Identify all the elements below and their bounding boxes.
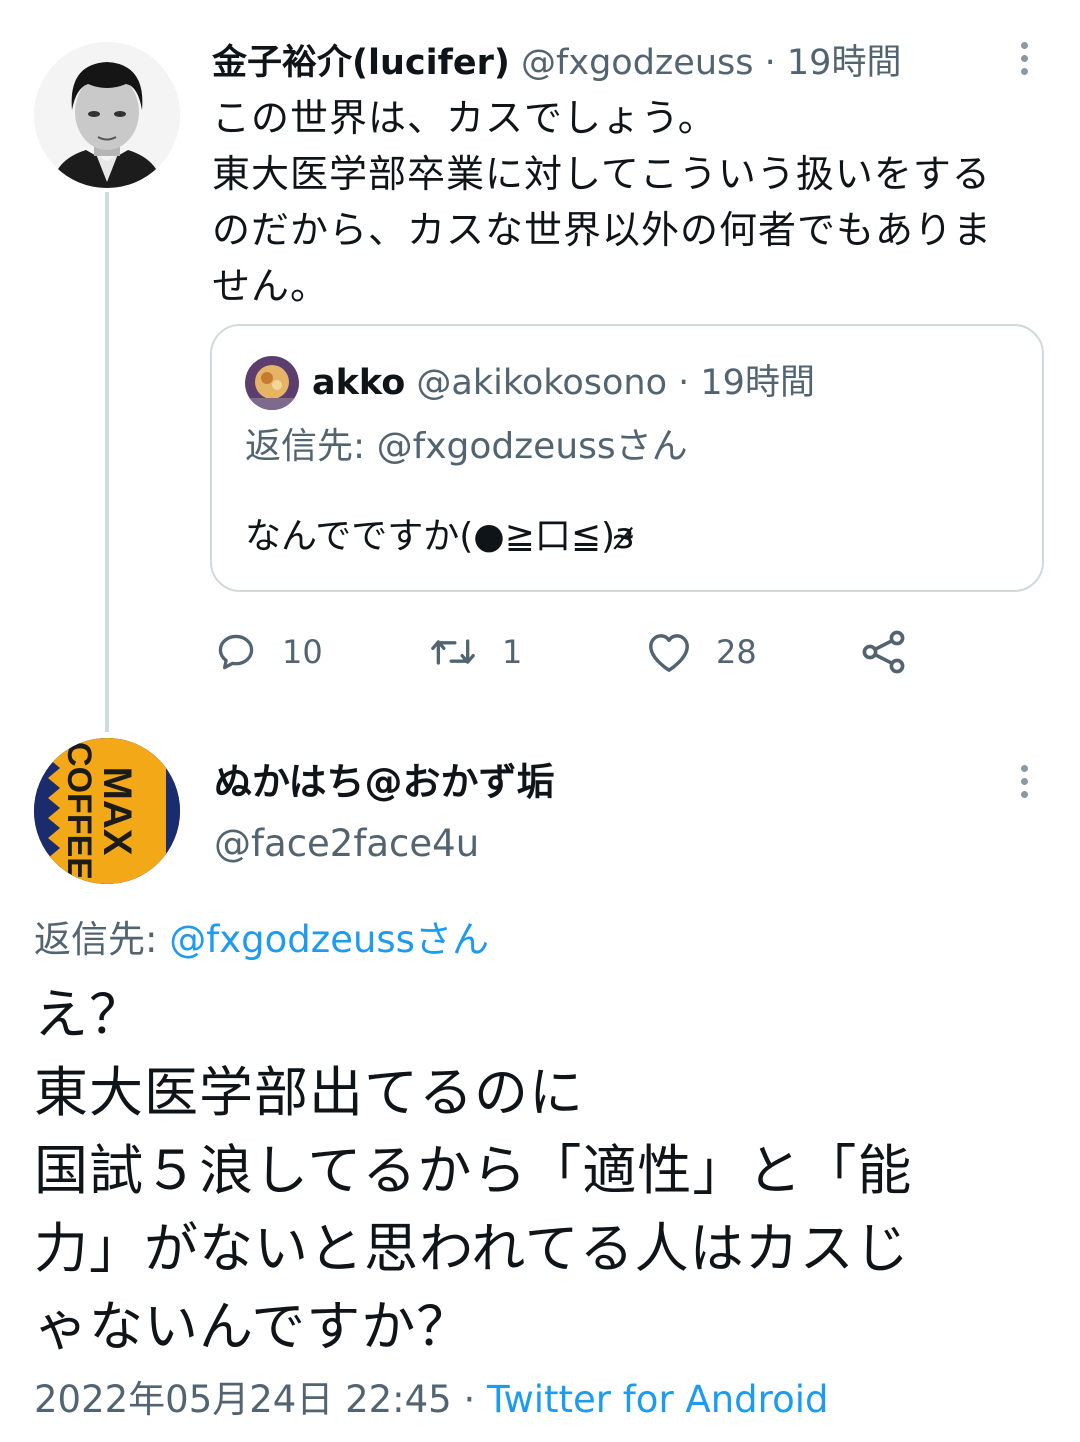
separator: · bbox=[678, 363, 690, 403]
avatar-image bbox=[34, 42, 180, 188]
tweet-text-line: 国試５浪してるから「適性」と「能 bbox=[34, 1139, 913, 1202]
quote-time: 19時間 bbox=[700, 363, 815, 403]
quoted-tweet[interactable]: akko @akikokosono · 19時間 返信先: @fxgodzeus… bbox=[210, 324, 1044, 592]
separator: · bbox=[764, 43, 776, 83]
avatar-text: COFFEE bbox=[60, 742, 98, 880]
tweet-meta: 2022年05月24日 22:45 · Twitter for Android bbox=[34, 1372, 828, 1428]
quote-avatar-image bbox=[245, 356, 299, 410]
like-button[interactable]: 28 bbox=[646, 622, 757, 682]
reply-prefix: 返信先: bbox=[34, 918, 170, 961]
avatar[interactable]: MAX COFFEE bbox=[34, 738, 180, 884]
display-name[interactable]: ぬかはち@おかず垢 bbox=[214, 754, 554, 810]
avatar-image: MAX COFFEE bbox=[34, 738, 180, 884]
quote-header: akko @akikokosono · 19時間 bbox=[312, 358, 815, 408]
avatar-text: MAX bbox=[95, 767, 139, 856]
reply-prefix: 返信先: bbox=[245, 426, 377, 467]
display-name[interactable]: 金子裕介(lucifer) bbox=[212, 43, 510, 83]
share-button[interactable] bbox=[860, 622, 908, 682]
tweet-text-line: のだから、カスな世界以外の何者でもありま bbox=[212, 208, 993, 252]
quote-display-name: akko bbox=[312, 363, 406, 403]
more-icon[interactable] bbox=[1020, 42, 1028, 78]
tweet-text-line: ゃないんですか？ bbox=[34, 1295, 472, 1358]
reply-count: 10 bbox=[282, 633, 323, 671]
like-icon bbox=[649, 634, 689, 672]
avatar[interactable] bbox=[34, 42, 180, 188]
source-link[interactable]: Twitter for Android bbox=[487, 1378, 828, 1421]
retweet-count: 1 bbox=[502, 633, 523, 671]
tweet-time[interactable]: 19時間 bbox=[787, 43, 902, 83]
reply-button[interactable]: 10 bbox=[214, 622, 323, 682]
user-handle[interactable]: @fxgodzeuss bbox=[521, 43, 753, 83]
tweet-text-line: え？ bbox=[34, 983, 144, 1046]
tweet-text-line: せん。 bbox=[212, 264, 330, 308]
like-count: 28 bbox=[716, 633, 757, 671]
quote-avatar bbox=[245, 356, 299, 410]
timestamp[interactable]: 2022年05月24日 22:45 bbox=[34, 1378, 452, 1421]
tweet-text: え？ 東大医学部出てるのに 国試５浪してるから「適性」と「能 力」がないと思われ… bbox=[34, 976, 1054, 1366]
tweet-text-line: この世界は、カスでしょう。 bbox=[212, 96, 717, 140]
tweet-header: 金子裕介(lucifer) @fxgodzeuss · 19時間 bbox=[212, 38, 901, 88]
user-handle[interactable]: @face2face4u bbox=[214, 816, 479, 872]
more-icon[interactable] bbox=[1020, 765, 1028, 801]
quote-handle: @akikokosono bbox=[416, 363, 667, 403]
tweet-text: この世界は、カスでしょう。 東大医学部卒業に対してこういう扱いをする のだから、… bbox=[212, 90, 1042, 314]
reply-icon bbox=[218, 634, 254, 670]
thread-line bbox=[105, 192, 109, 732]
quote-text: なんでですか(●≧口≦)ɜ̴̷ bbox=[245, 516, 635, 557]
separator: · bbox=[463, 1378, 476, 1421]
tweet-text-line: 力」がないと思われてる人はカスじ bbox=[34, 1217, 910, 1280]
quote-reply-to: 返信先: @fxgodzeussさん bbox=[245, 422, 688, 472]
reply-to-link[interactable]: @fxgodzeussさん bbox=[169, 918, 489, 961]
reply-to-handle: @fxgodzeussさん bbox=[376, 426, 688, 467]
share-icon bbox=[862, 630, 905, 674]
reply-to: 返信先: @fxgodzeussさん bbox=[34, 912, 489, 968]
tweet-text-line: 東大医学部出てるのに bbox=[34, 1061, 584, 1124]
retweet-icon bbox=[431, 639, 475, 665]
retweet-button[interactable]: 1 bbox=[428, 622, 522, 682]
tweet-text-line: 東大医学部卒業に対してこういう扱いをする bbox=[212, 152, 991, 196]
